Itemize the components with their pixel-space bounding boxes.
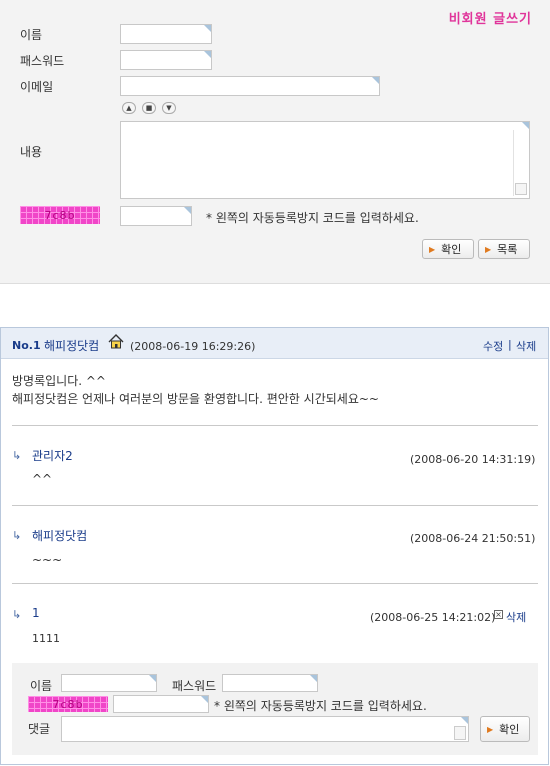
arrow-down-icon: ▼ [166,104,172,112]
reply-text: ^^ [32,472,53,486]
comment-confirm-button[interactable]: ▶ 확인 [480,716,530,742]
delete-link[interactable]: 삭제 [516,338,536,354]
captcha-code-text: 7c8b [52,697,84,711]
comment-scrollbar[interactable] [454,726,466,740]
reply-delete-link[interactable]: 삭제 [506,609,526,625]
arrow-up-icon: ▲ [126,104,132,112]
content-label: 내용 [20,145,43,159]
reply-text: ~~~ [32,553,63,567]
password-input[interactable] [120,50,212,70]
textarea-reset-button[interactable]: ■ [142,102,156,114]
divider [12,425,538,426]
captcha-image: 7c8b [20,206,100,224]
header-divider: | [508,338,512,351]
entry-author[interactable]: 해피정닷컴 [44,337,99,354]
textarea-scrollbar[interactable] [513,130,528,196]
entry-body-line1: 방명록입니다. ^^ [12,374,106,388]
comment-name-input[interactable] [61,674,157,692]
reply-datetime: (2008-06-25 14:21:02) [370,611,496,624]
name-input[interactable] [120,24,212,44]
divider [12,583,538,584]
reply-arrow-icon: ↳ [12,529,22,542]
confirm-label: 확인 [441,243,462,256]
reply-datetime: (2008-06-20 14:31:19) [410,453,536,466]
textarea-shrink-button[interactable]: ▲ [122,102,136,114]
comment-captcha-note: * 왼쪽의 자동등록방지 코드를 입력하세요. [214,699,427,713]
comment-password-input[interactable] [222,674,318,692]
comment-password-label: 패스워드 [172,679,217,693]
list-button[interactable]: ▶ 목록 [478,239,530,259]
divider [12,505,538,506]
comment-captcha-image: 7c8b [28,696,108,712]
comment-name-label: 이름 [30,679,53,693]
write-form-title: 비회원 글쓰기 [448,12,532,27]
square-icon: ■ [145,104,153,112]
reply-author[interactable]: 해피정닷컴 [32,527,87,544]
reply-datetime: (2008-06-24 21:50:51) [410,532,536,545]
name-label: 이름 [20,28,43,42]
play-icon: ▶ [429,244,436,254]
entry-datetime: (2008-06-19 16:29:26) [130,340,256,353]
play-icon: ▶ [485,244,492,254]
comment-captcha-input[interactable] [113,695,209,713]
reply-arrow-icon: ↳ [12,608,22,621]
captcha-input[interactable] [120,206,192,226]
edit-link[interactable]: 수정 [483,338,503,354]
email-input[interactable] [120,76,380,96]
delete-box-icon[interactable]: × [494,610,503,619]
reply-author[interactable]: 관리자2 [32,447,73,464]
entry-body-line2: 해피정닷컴은 언제나 여러분의 방문을 환영합니다. 편안한 시간되세요~~ [12,392,379,406]
password-label: 패스워드 [20,54,65,68]
content-textarea[interactable] [120,121,530,199]
captcha-note: * 왼쪽의 자동등록방지 코드를 입력하세요. [206,211,419,225]
confirm-button[interactable]: ▶ 확인 [422,239,474,259]
reply-arrow-icon: ↳ [12,449,22,462]
play-icon: ▶ [487,724,494,734]
reply-text: 1111 [32,632,60,645]
comment-textarea[interactable] [61,716,469,742]
comment-label: 댓글 [28,722,51,736]
scroll-down-arrow[interactable] [515,183,527,195]
home-icon[interactable] [108,334,124,352]
comment-confirm-label: 확인 [499,723,520,736]
entry-number: No.1 [12,339,41,352]
reply-author[interactable]: 1 [32,606,40,620]
list-label: 목록 [497,243,518,256]
email-label: 이메일 [20,80,54,94]
captcha-code-text: 7c8b [44,208,76,222]
textarea-expand-button[interactable]: ▼ [162,102,176,114]
